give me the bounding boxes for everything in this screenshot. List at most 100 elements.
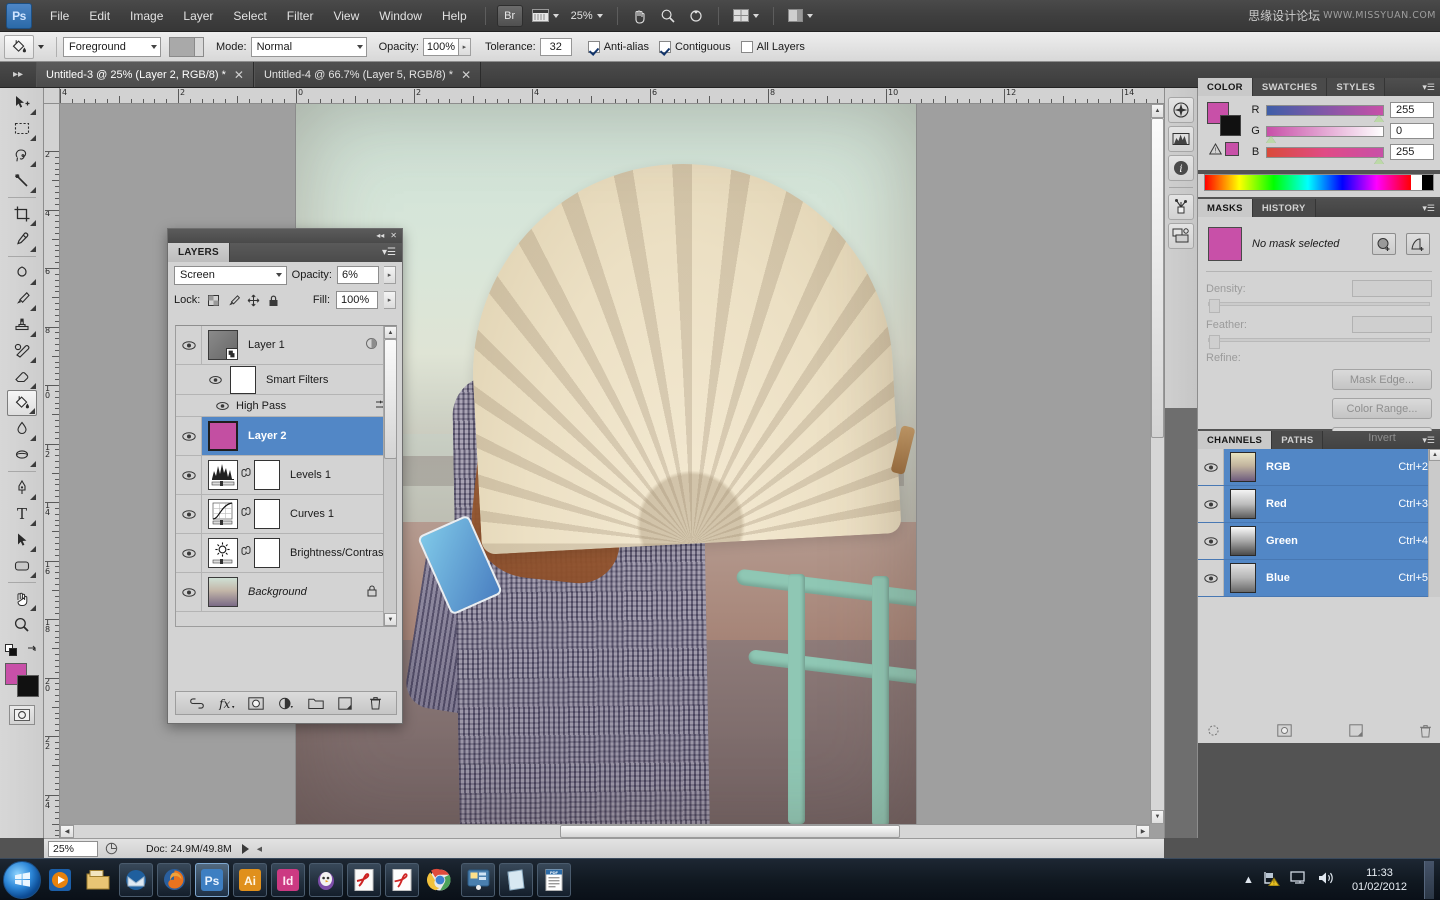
delete-channel-icon[interactable] <box>1419 724 1432 741</box>
opacity-slider-arrow-icon[interactable]: ▸ <box>459 38 471 56</box>
layer-comps-panel-button[interactable] <box>1168 223 1194 249</box>
layer-row-background[interactable]: Background <box>176 573 396 612</box>
channel-visibility-toggle[interactable] <box>1198 523 1224 559</box>
layer-visibility-toggle[interactable] <box>176 456 202 494</box>
zoom-percentage-input[interactable]: 25% <box>48 841 98 857</box>
menu-layer[interactable]: Layer <box>173 5 223 27</box>
taskbar-thunderbird-icon[interactable] <box>119 863 153 897</box>
layer-visibility-toggle[interactable] <box>176 534 202 572</box>
menu-filter[interactable]: Filter <box>277 5 324 27</box>
in-gamut-color-swatch[interactable] <box>1225 142 1239 156</box>
tab-masks[interactable]: MASKS <box>1198 199 1253 217</box>
lock-transparent-pixels-icon[interactable] <box>206 293 220 307</box>
layers-panel[interactable]: ◂◂ ✕ LAYERS ▾☰ Screen Opacity: 6% ▸ Lock… <box>167 228 403 724</box>
fill-swatch[interactable] <box>169 37 195 57</box>
tab-layers[interactable]: LAYERS <box>168 243 230 262</box>
opacity-input[interactable]: 100% <box>423 38 459 56</box>
taskbar-firefox-icon[interactable] <box>157 863 191 897</box>
blue-channel-slider[interactable] <box>1266 147 1384 158</box>
vertical-ruler[interactable]: 24681012141618202224 <box>44 104 60 838</box>
taskbar-file-explorer-icon[interactable] <box>81 863 115 897</box>
taskbar-notes-app-icon[interactable] <box>499 863 533 897</box>
brightness-contrast-adjustment-thumbnail[interactable] <box>208 538 238 568</box>
mask-thumbnail[interactable] <box>1208 227 1242 261</box>
color-spectrum-ramp[interactable] <box>1204 174 1434 191</box>
scroll-down-arrow-icon[interactable]: ▼ <box>384 613 397 626</box>
canvas-vertical-scrollbar[interactable]: ▲ ▼ <box>1150 104 1164 824</box>
layer-visibility-toggle[interactable] <box>176 326 202 364</box>
channels-scrollbar[interactable]: ▲ <box>1428 449 1440 597</box>
color-panel-fg-bg-swatches[interactable] <box>1207 102 1241 136</box>
scroll-up-arrow-icon[interactable]: ▲ <box>1151 104 1164 118</box>
eyedropper-tool[interactable] <box>7 227 37 253</box>
tab-color[interactable]: COLOR <box>1198 78 1253 96</box>
red-channel-slider[interactable] <box>1266 105 1384 116</box>
channel-visibility-toggle[interactable] <box>1198 560 1224 596</box>
add-pixel-mask-icon[interactable] <box>1372 233 1396 255</box>
color-channel-green[interactable]: G 0 <box>1251 123 1434 139</box>
brush-tool[interactable] <box>7 286 37 312</box>
layers-list[interactable]: Layer 1 ▴ Smart Filters High Pass <box>175 325 397 627</box>
close-icon[interactable]: ✕ <box>390 232 397 240</box>
screen-mode-button[interactable] <box>526 9 565 22</box>
slider-knob-icon[interactable] <box>1266 136 1276 143</box>
horizontal-scroll-thumb[interactable] <box>560 825 900 838</box>
taskbar-illustrator-icon[interactable]: Ai <box>233 863 267 897</box>
fill-source-select[interactable]: Foreground <box>63 37 161 57</box>
taskbar-pdf-document-icon[interactable]: PDF <box>537 863 571 897</box>
layers-list-scrollbar[interactable]: ▲ ▼ <box>383 326 396 626</box>
taskbar-photoshop-icon[interactable]: Ps <box>195 863 229 897</box>
layer-row-layer-2[interactable]: Layer 2 <box>176 417 396 456</box>
delete-layer-icon[interactable] <box>366 694 384 712</box>
layer-mask-thumbnail[interactable] <box>254 538 280 568</box>
layer-visibility-toggle[interactable] <box>176 417 202 455</box>
smart-filters-visibility-toggle[interactable] <box>202 365 228 394</box>
density-input[interactable] <box>1352 280 1432 297</box>
channel-thumbnail[interactable] <box>1230 452 1256 482</box>
menu-edit[interactable]: Edit <box>79 5 120 27</box>
density-slider[interactable] <box>1208 302 1430 306</box>
crop-tool[interactable] <box>7 201 37 227</box>
smart-filters-mask-thumbnail[interactable] <box>230 366 256 394</box>
lock-image-pixels-icon[interactable] <box>226 293 240 307</box>
show-hidden-icons-arrow[interactable]: ▲ <box>1243 874 1254 886</box>
taskbar-presentation-app-icon[interactable] <box>461 863 495 897</box>
slider-knob-icon[interactable] <box>1374 115 1384 122</box>
tab-channels[interactable]: CHANNELS <box>1198 431 1272 449</box>
save-selection-as-channel-icon[interactable] <box>1277 724 1292 740</box>
paint-bucket-tool[interactable] <box>7 390 37 416</box>
channels-panel-menu-button[interactable]: ▾☰ <box>1422 431 1440 449</box>
channels-panel[interactable]: CHANNELS PATHS ▾☰ RGB Ctrl+2 <box>1198 431 1440 743</box>
rotate-view-tool-shortcut[interactable] <box>682 8 710 24</box>
tool-preset-chevron-icon[interactable] <box>38 45 44 49</box>
levels-adjustment-thumbnail[interactable] <box>208 460 238 490</box>
history-brush-tool[interactable] <box>7 338 37 364</box>
taskbar-media-player-icon[interactable] <box>43 863 77 897</box>
blend-mode-select[interactable]: Normal <box>251 37 367 57</box>
channel-row-rgb[interactable]: RGB Ctrl+2 <box>1198 449 1440 486</box>
load-channel-as-selection-icon[interactable] <box>1206 724 1221 740</box>
blue-channel-value[interactable]: 255 <box>1390 144 1434 160</box>
close-icon[interactable]: ✕ <box>461 69 471 81</box>
red-channel-value[interactable]: 255 <box>1390 102 1434 118</box>
hand-tool-shortcut[interactable] <box>626 8 654 24</box>
anti-alias-checkbox[interactable]: Anti-alias <box>588 41 649 53</box>
channel-visibility-toggle[interactable] <box>1198 449 1224 485</box>
adjustment-link-icon[interactable] <box>241 506 251 523</box>
new-adjustment-layer-icon[interactable] <box>277 694 295 712</box>
taskbar-indesign-icon[interactable]: Id <box>271 863 305 897</box>
layer-visibility-toggle[interactable] <box>176 495 202 533</box>
mask-edge-button[interactable]: Mask Edge... <box>1332 369 1432 390</box>
background-color-swatch[interactable] <box>1220 115 1241 136</box>
new-channel-icon[interactable] <box>1349 724 1363 740</box>
feather-input[interactable] <box>1352 316 1432 333</box>
feather-slider[interactable] <box>1208 338 1430 342</box>
layer-opacity-input[interactable]: 6% <box>337 266 379 284</box>
layers-panel-titlebar[interactable]: ◂◂ ✕ <box>168 229 402 243</box>
channel-row-red[interactable]: Red Ctrl+3 <box>1198 486 1440 523</box>
menu-file[interactable]: File <box>40 5 79 27</box>
layer-opacity-slider-arrow-icon[interactable]: ▸ <box>384 266 396 284</box>
layer-mask-thumbnail[interactable] <box>254 499 280 529</box>
layer-fill-input[interactable]: 100% <box>336 291 378 309</box>
layers-scroll-thumb[interactable] <box>384 339 397 459</box>
